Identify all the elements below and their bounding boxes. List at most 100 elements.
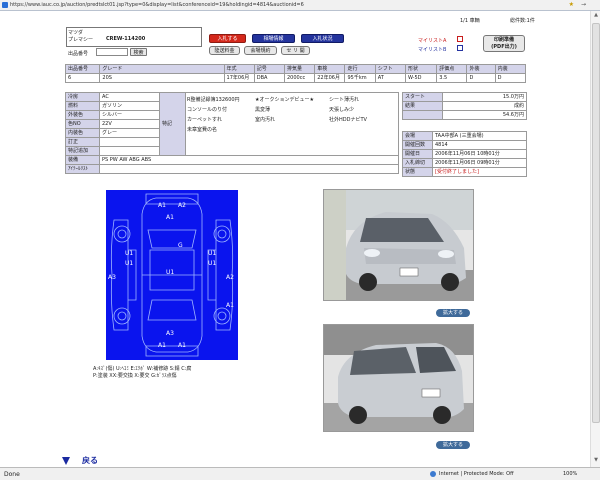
detail-label: 装備 [65,155,100,165]
damage-mark: A1 [178,342,186,349]
address-bar[interactable]: https://www.iauc.co.jp/auction/predtslct… [0,0,600,11]
globe-icon [430,471,436,477]
detail-value: グレー [99,128,160,138]
detail-value [99,164,399,174]
notes-column-1: R整備記録簿132600円 コンソールのり付 カーペットすれ 未章室費の名 [187,95,257,135]
spec-header: 外装 [466,64,496,74]
venue-label: 入札締切 [402,158,433,168]
model-label: プレマシー [68,37,94,43]
venue-value: [受付終了しました] [432,167,527,177]
detail-label: 特記追加 [65,146,100,156]
vertical-scrollbar[interactable]: ▲ ▼ [590,11,600,467]
back-label: 戻る [82,456,98,465]
search-button[interactable]: 検索 [130,48,147,56]
damage-mark: A3 [108,274,116,281]
spec-header: 記号 [253,64,286,74]
detail-value: ガソリン [99,101,160,111]
damage-mark: A1 [158,202,166,209]
spec-value: D [466,73,496,83]
legend-line-2: P:塗装 XX:要交換 X:要交 G:ｶﾞﾗｽ点傷 [93,373,177,379]
zoom-button-2[interactable]: 拡大する [436,441,470,449]
damage-mark: U1 [166,269,175,276]
notes-column-2: ★オークションデビュー★ 黒変薄 室内汚れ [255,95,329,125]
mylist-b-label: マイリストB [418,47,447,53]
damage-mark: A1 [166,214,174,221]
note-line: 室内汚れ [255,117,276,123]
back-arrow-icon [62,457,70,465]
spec-value: W-5D [404,73,438,83]
detail-label: 色NO [65,119,100,129]
special-notes-label-cell: 特記 [159,92,186,156]
spec-header: 年式 [223,64,255,74]
spec-header: シフト [374,64,406,74]
car-photo-rear[interactable] [323,324,474,432]
note-line: 社外HDDナビTV [329,117,367,123]
venue-rules-button[interactable]: 会場規約 [244,46,277,55]
spec-value: 22年06月 [314,73,346,83]
go-arrow-icon[interactable]: → [581,1,586,8]
scroll-up-icon[interactable]: ▲ [592,12,600,21]
spec-header: 内装 [494,64,527,74]
price-label: スタート [402,92,443,102]
zoom-level[interactable]: 100% [563,471,577,477]
spec-header: 評価点 [436,64,468,74]
market-info-button[interactable]: 相場情報 [252,34,295,43]
detail-value: シルバー [99,110,160,120]
print-pdf-button[interactable]: 印刷準備 (PDF出力) [483,35,525,52]
spec-header: 排気量 [283,64,316,74]
zone-text: Internet | Protected Mode: Off [439,471,514,477]
special-notes-label: 特記 [162,120,173,127]
damage-mark: A1 [226,302,234,309]
mylist-b-checkbox[interactable] [457,45,463,51]
spec-value: 95千km [344,73,376,83]
spec-value: 6 [64,73,101,83]
scroll-down-icon[interactable]: ▼ [592,457,600,466]
damage-map: A1 A2 A1 U1 U1 U1 G U1 U1 A3 A2 A1 A1 A1… [106,190,238,360]
note-line: R整備記録簿132600円 [187,97,240,103]
note-line: カーペットすれ [187,117,223,123]
legend-line-1: A:ｷｽﾞ(傷) U:ﾍｺﾐ E:ｴｸﾎﾞ W:補修跡 S:錆 C:腐 [93,366,192,372]
spec-value: 17年06月 [223,73,255,83]
damage-legend: A:ｷｽﾞ(傷) U:ﾍｺﾐ E:ｴｸﾎﾞ W:補修跡 S:錆 C:腐 P:塗装… [93,366,263,380]
zoom-button-1[interactable]: 拡大する [436,309,470,317]
status-text: Done [4,471,20,478]
detail-value: 22V [99,119,160,129]
damage-mark: G [178,242,183,249]
damage-mark: U1 [208,260,217,267]
model-code: CREW-114200 [106,36,146,42]
detail-label: 燃料 [65,101,100,111]
damage-mark: U1 [208,250,217,257]
note-line: 天張しみ少 [329,107,355,113]
print-label-line2: (PDF出力) [491,44,517,50]
damage-mark: U1 [125,250,134,257]
spec-header-row: 出品番号 グレード 年式 記号 排気量 車検 走行 シフト 形状 評価点 外装 … [64,64,527,74]
bid-button[interactable]: 入札する [209,34,246,43]
venue-value: TAA中部A (三重会場) [432,131,527,141]
damage-mark: A2 [178,202,186,209]
detail-label: 内装色 [65,128,100,138]
venue-label: 状態 [402,167,433,177]
car-photo-front[interactable] [323,189,474,301]
paging-text: 1/1 車輌 [460,18,480,24]
lot-number-input[interactable] [96,48,128,56]
url-text[interactable]: https://www.iauc.co.jp/auction/predtslct… [10,2,304,8]
status-bar: Done Internet | Protected Mode: Off 100% [0,467,600,480]
venue-value: 2006年11月06日 10時01分 [432,149,527,159]
price-value: 15.0万円 [442,92,527,102]
spec-header: グレード [99,64,225,74]
venue-label: 会場 [402,131,433,141]
favorite-star-icon[interactable]: ★ [569,1,574,8]
spec-value: 20S [99,73,225,83]
scroll-thumb[interactable] [592,23,600,423]
price-value: 成約 [442,101,527,111]
spec-table: 出品番号 グレード 年式 記号 排気量 車検 走行 シフト 形状 評価点 外装 … [64,64,527,83]
mylist-a-checkbox[interactable] [457,36,463,42]
detail-label: 訂正 [65,137,100,147]
spec-header: 車検 [314,64,346,74]
seri-button[interactable]: セ リ 開 [281,46,310,55]
detail-value [99,146,160,156]
damage-mark: A3 [166,330,174,337]
shipping-fee-button[interactable]: 陸送料金 [209,46,240,55]
spec-value: 2000cc [283,73,316,83]
bid-status-button[interactable]: 入札状況 [301,34,344,43]
